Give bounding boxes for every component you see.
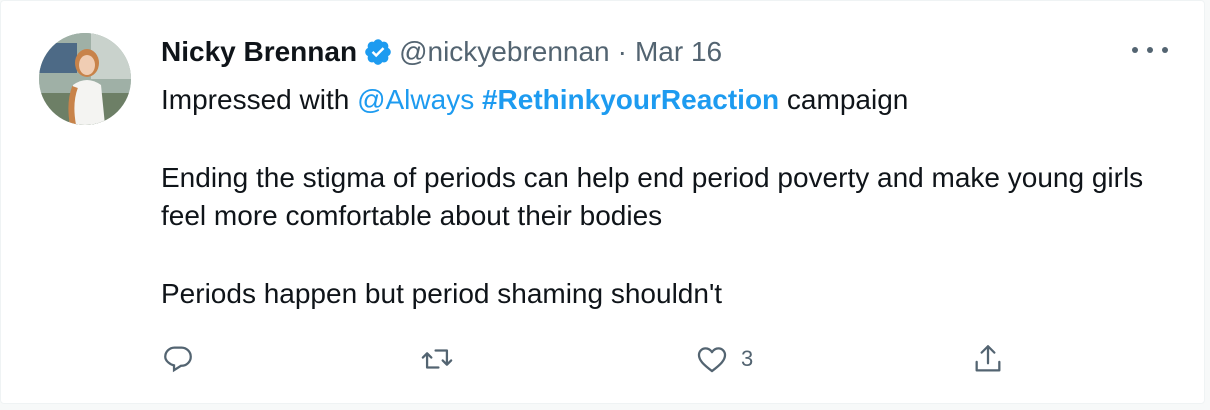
tweet-date[interactable]: Mar 16 xyxy=(635,36,722,68)
tweet-text: Impressed with @Always #RethinkyourReact… xyxy=(161,81,1171,313)
author-display-name[interactable]: Nicky Brennan xyxy=(161,36,357,68)
reply-button[interactable] xyxy=(161,337,195,381)
tweet-paragraph-3: Periods happen but period shaming should… xyxy=(161,278,723,309)
share-icon xyxy=(975,345,1001,372)
retweet-button[interactable] xyxy=(419,337,455,381)
hashtag-link[interactable]: #RethinkyourReaction xyxy=(482,84,779,115)
tweet-paragraph-2: Ending the stigma of periods can help en… xyxy=(161,162,1144,231)
like-count: 3 xyxy=(741,346,754,371)
tweet-text-prefix: Impressed with xyxy=(161,84,358,115)
tweet-line-1: Impressed with @Always #RethinkyourReact… xyxy=(161,81,1171,119)
reply-icon xyxy=(164,346,192,373)
share-button[interactable] xyxy=(971,337,1005,381)
retweet-icon xyxy=(421,349,453,369)
tweet-actions: 3 xyxy=(161,337,1031,381)
tweet-text-suffix: campaign xyxy=(779,84,909,115)
header-separator: · xyxy=(617,36,627,67)
tweet-header: Nicky Brennan @nickyebrennan · Mar 16 xyxy=(161,35,1164,69)
tweet-text-space xyxy=(474,84,482,115)
avatar-image xyxy=(39,33,131,125)
like-button[interactable]: 3 xyxy=(695,337,753,381)
author-handle[interactable]: @nickyebrennan xyxy=(399,36,610,68)
mention-link[interactable]: @Always xyxy=(357,84,474,115)
verified-badge-icon xyxy=(363,37,393,67)
tweet-card[interactable]: Nicky Brennan @nickyebrennan · Mar 16 Im… xyxy=(0,0,1205,404)
heart-icon xyxy=(697,347,727,373)
more-options-icon[interactable] xyxy=(1132,35,1168,65)
avatar[interactable] xyxy=(39,33,131,125)
